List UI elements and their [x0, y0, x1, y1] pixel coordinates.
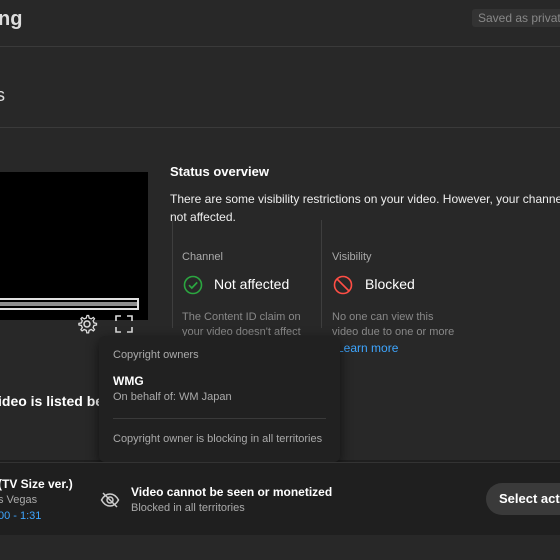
fullscreen-icon[interactable] [113, 313, 135, 335]
section-title-fragment: s [0, 85, 5, 105]
top-bar: ng Saved as private [0, 0, 560, 47]
video-progress-bar[interactable] [0, 298, 139, 310]
copyright-owners-tooltip: Copyright owners WMG On behalf of: WM Ja… [99, 336, 340, 462]
visibility-explanation: No one can view this video due to one or… [332, 311, 455, 338]
saved-status-badge: Saved as private [472, 9, 560, 27]
copyright-page: ng Saved as private s Status overview Th… [0, 0, 560, 560]
select-actions-button[interactable]: Select actions [486, 483, 560, 515]
copyright-owners-heading: Copyright owners [113, 349, 199, 361]
select-actions-label: Select actions [499, 491, 560, 506]
page-title-fragment: ng [0, 8, 23, 30]
next-section-edge [0, 535, 560, 560]
channel-column-divider [172, 220, 173, 328]
claim-impact-subtitle: Blocked in all territories [131, 502, 245, 514]
visibility-status: Blocked [365, 276, 415, 292]
channel-label: Channel [182, 251, 223, 263]
section-header: s [0, 47, 560, 128]
video-player[interactable] [0, 172, 148, 320]
tooltip-divider [113, 418, 326, 419]
status-overview-title: Status overview [170, 164, 269, 179]
copyright-owner-behalf: On behalf of: WM Japan [113, 391, 232, 403]
video-progress-fill [0, 302, 137, 306]
copyright-owner-policy: Copyright owner is blocking in all terri… [113, 433, 323, 445]
visibility-column-divider [321, 220, 322, 328]
claim-impact-title: Video cannot be seen or monetized [131, 485, 333, 499]
claim-content-artist: s Vegas [0, 494, 38, 506]
copyright-owner-name: WMG [113, 374, 144, 388]
eye-off-icon [100, 490, 120, 510]
claim-content-title: (TV Size ver.) [0, 477, 73, 491]
claim-timestamp-link[interactable]: 00 - 1:31 [0, 510, 41, 522]
learn-more-link[interactable]: Learn more [337, 341, 398, 355]
status-overview-description: There are some visibility restrictions o… [170, 192, 560, 224]
channel-status: Not affected [214, 276, 290, 292]
gear-icon[interactable] [76, 313, 98, 335]
blocked-icon [333, 275, 353, 295]
visibility-label: Visibility [332, 251, 372, 263]
check-circle-icon [183, 275, 203, 295]
claim-row: (TV Size ver.) s Vegas 00 - 1:31 Video c… [0, 462, 560, 535]
